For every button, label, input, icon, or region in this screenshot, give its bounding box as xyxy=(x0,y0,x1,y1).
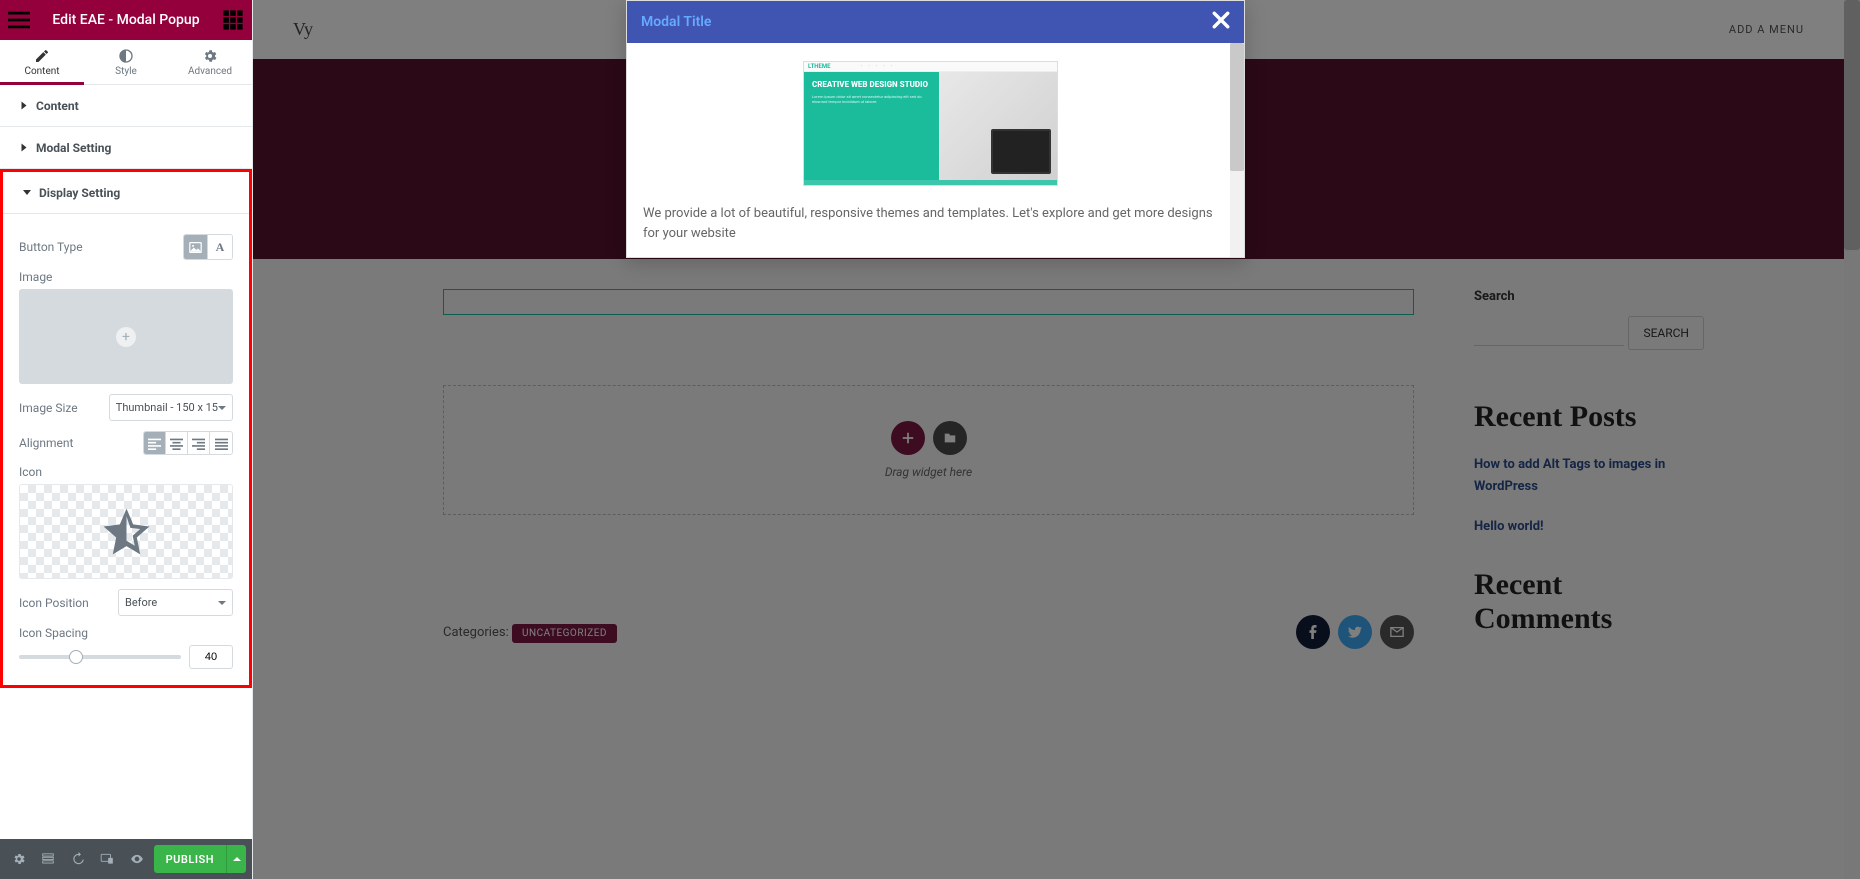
tab-style[interactable]: Style xyxy=(84,40,168,84)
hamburger-icon[interactable] xyxy=(8,9,30,31)
icon-spacing-input[interactable] xyxy=(189,645,233,669)
highlighted-section: Display Setting Button Type A Image xyxy=(0,169,252,688)
modal-header: Modal Title xyxy=(627,1,1244,43)
chevron-down-icon xyxy=(218,601,226,605)
align-left[interactable] xyxy=(144,432,166,454)
image-size-select[interactable]: Thumbnail - 150 x 15 xyxy=(109,394,233,421)
panel-title: Edit EAE - Modal Popup xyxy=(30,12,222,28)
plus-icon: + xyxy=(116,327,136,347)
modal-text: We provide a lot of beautiful, responsiv… xyxy=(643,204,1218,243)
section-display-setting[interactable]: Display Setting xyxy=(3,172,249,214)
settings-icon[interactable] xyxy=(6,844,32,874)
modal-popup: Modal Title LTHEME ····· CREATIVE WEB DE… xyxy=(626,0,1245,258)
caret-icon xyxy=(22,144,27,152)
modal-close-button[interactable] xyxy=(1212,11,1230,33)
icon-spacing-label: Icon Spacing xyxy=(19,626,88,640)
responsive-icon[interactable] xyxy=(95,844,121,874)
panel-header: Edit EAE - Modal Popup xyxy=(0,0,252,40)
caret-up-icon xyxy=(233,857,241,861)
section-modal-setting[interactable]: Modal Setting xyxy=(0,127,252,169)
align-right[interactable] xyxy=(188,432,210,454)
button-type-group: A xyxy=(183,234,233,260)
section-content-label: Content xyxy=(36,99,79,113)
scrollbar-thumb[interactable] xyxy=(1230,43,1244,171)
align-justify[interactable] xyxy=(210,432,232,454)
panel-tabs: Content Style Advanced xyxy=(0,40,252,85)
icon-label: Icon xyxy=(19,465,42,479)
navigator-icon[interactable] xyxy=(36,844,62,874)
modal-body: LTHEME ····· CREATIVE WEB DESIGN STUDIO … xyxy=(627,43,1244,257)
history-icon[interactable] xyxy=(65,844,91,874)
publish-options[interactable] xyxy=(226,845,246,873)
chevron-down-icon xyxy=(218,406,226,410)
button-type-text[interactable]: A xyxy=(208,235,232,259)
tab-content[interactable]: Content xyxy=(0,40,84,84)
section-display-setting-label: Display Setting xyxy=(39,186,120,200)
icon-position-value: Before xyxy=(125,596,157,609)
image-size-value: Thumbnail - 150 x 15 xyxy=(116,401,218,414)
alignment-group xyxy=(143,431,233,455)
image-label: Image xyxy=(19,270,52,284)
icon-spacing-slider[interactable] xyxy=(19,655,181,659)
close-icon xyxy=(1212,11,1230,29)
editor-panel: Edit EAE - Modal Popup Content Style Adv… xyxy=(0,0,253,879)
panel-footer: PUBLISH xyxy=(0,839,252,879)
mini-headline: CREATIVE WEB DESIGN STUDIO xyxy=(812,80,931,90)
tab-advanced-label: Advanced xyxy=(188,66,232,77)
image-size-label: Image Size xyxy=(19,401,78,415)
button-type-image[interactable] xyxy=(184,235,208,259)
mini-brand: LTHEME xyxy=(808,62,831,71)
caret-icon xyxy=(22,102,27,110)
section-content[interactable]: Content xyxy=(0,85,252,127)
image-upload[interactable]: + xyxy=(19,289,233,384)
tab-style-label: Style xyxy=(115,66,137,77)
modal-title: Modal Title xyxy=(641,14,711,30)
publish-button[interactable]: PUBLISH xyxy=(154,845,226,873)
align-center[interactable] xyxy=(166,432,188,454)
star-half-icon xyxy=(99,504,154,559)
caret-icon xyxy=(23,190,31,195)
icon-position-select[interactable]: Before xyxy=(118,589,233,616)
modal-scrollbar[interactable] xyxy=(1230,43,1244,257)
tab-advanced[interactable]: Advanced xyxy=(168,40,252,84)
alignment-label: Alignment xyxy=(19,436,73,450)
widgets-grid-icon[interactable] xyxy=(222,9,244,31)
section-modal-setting-label: Modal Setting xyxy=(36,141,111,155)
publish-group: PUBLISH xyxy=(154,845,246,873)
modal-image: LTHEME ····· CREATIVE WEB DESIGN STUDIO … xyxy=(803,61,1058,186)
panel-sections: Content Modal Setting Display Setting Bu… xyxy=(0,85,252,839)
preview-icon[interactable] xyxy=(124,844,150,874)
button-type-label: Button Type xyxy=(19,240,83,254)
section-body: Button Type A Image + Image Size xyxy=(3,214,249,685)
icon-position-label: Icon Position xyxy=(19,596,89,610)
icon-picker[interactable] xyxy=(19,484,233,579)
slider-thumb[interactable] xyxy=(69,650,83,664)
tab-content-label: Content xyxy=(24,66,59,77)
